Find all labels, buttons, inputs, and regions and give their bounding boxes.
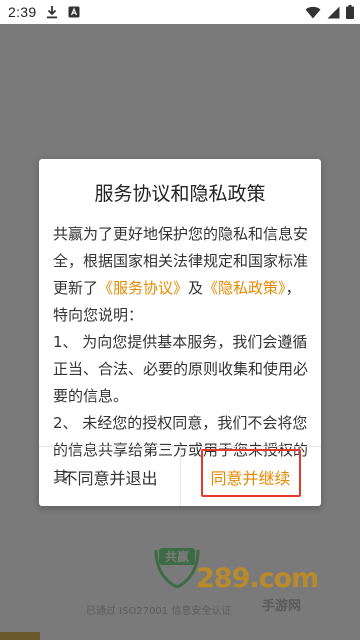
brand-watermark: 289.com [196, 563, 319, 594]
svg-text:共赢: 共赢 [165, 549, 189, 564]
dialog-title: 服务协议和隐私政策 [94, 183, 266, 205]
policy-item-1: 1、 为向您提供基本服务，我们会遵循正当、合法、必要的原则收集和使用必要的信息。 [53, 333, 309, 405]
and-text: 及 [188, 279, 204, 297]
disagree-exit-button[interactable]: 不同意并退出 [39, 447, 180, 506]
battery-icon [346, 5, 354, 19]
status-bar-right [305, 5, 354, 19]
bottom-strip [0, 632, 40, 640]
wifi-icon [305, 6, 321, 19]
signal-icon [327, 6, 340, 19]
privacy-policy-link[interactable]: 《隐私政策》 [203, 279, 286, 297]
status-bar: 2:39 [0, 0, 360, 24]
certification-text: 已通过 ISO27001 信息安全认证 [86, 606, 232, 617]
screen: 2:39 共赢 289.com 手游网 已通过 ISO27001 信息安全认证 … [0, 0, 360, 640]
status-bar-left: 2:39 [8, 4, 80, 20]
gongying-logo: 共赢 [152, 544, 202, 589]
text-app-icon [68, 6, 80, 18]
service-agreement-link[interactable]: 《服务协议》 [98, 279, 188, 297]
download-icon [46, 5, 58, 19]
status-time: 2:39 [8, 4, 37, 20]
brand-subtitle: 手游网 [262, 599, 302, 614]
privacy-dialog: 服务协议和隐私政策 共赢为了更好地保护您的隐私和信息安全，根据国家相关法律规定和… [39, 159, 321, 506]
agree-continue-button[interactable]: 同意并继续 [180, 447, 321, 506]
intro-paragraph: 共赢为了更好地保护您的隐私和信息安全，根据国家相关法律规定和国家标准更新了《服务… [53, 221, 311, 329]
